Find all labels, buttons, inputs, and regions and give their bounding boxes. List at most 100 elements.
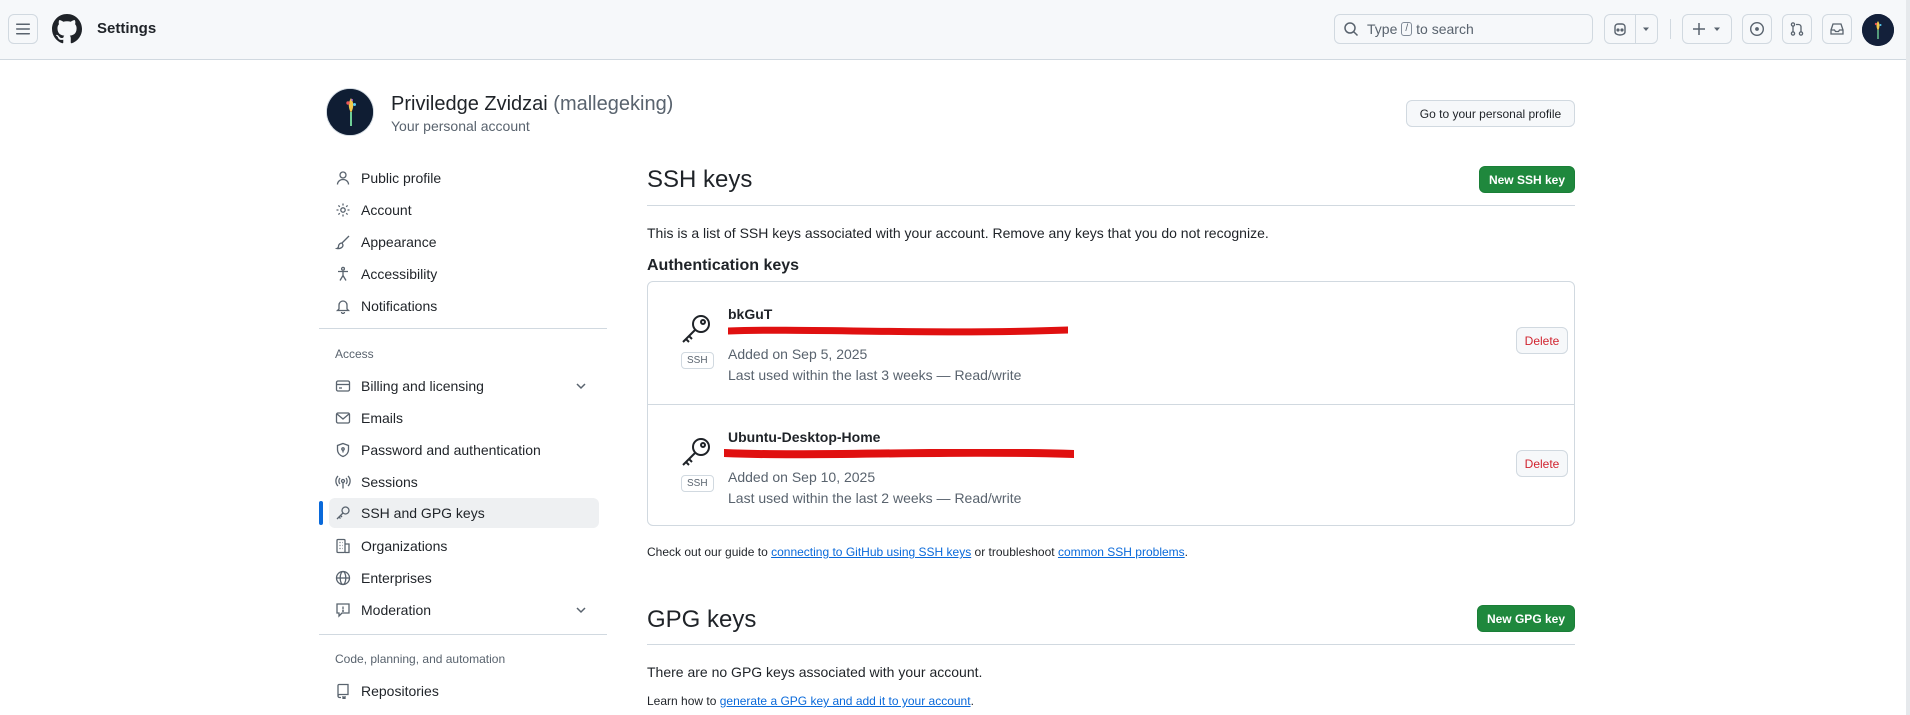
sidebar-item-label: SSH and GPG keys [361,505,485,521]
create-new-button[interactable] [1682,14,1732,44]
avatar-image-icon [1862,14,1894,46]
ssh-key-row: SSH bkGuT Added on Sep 5, 2025 Last used… [648,282,1574,404]
sidebar-item-notifications[interactable]: Notifications [329,291,599,321]
copilot-button-group [1604,14,1658,44]
sidebar-item-label: Password and authentication [361,442,541,458]
sidebar-item-billing[interactable]: Billing and licensing [329,371,599,401]
new-gpg-key-button[interactable]: New GPG key [1477,605,1575,632]
sidebar-item-accessibility[interactable]: Accessibility [329,259,599,289]
ssh-connect-guide-link[interactable]: connecting to GitHub using SSH keys [771,545,971,559]
triangle-down-icon [1643,27,1650,31]
ssh-problems-link[interactable]: common SSH problems [1058,545,1185,559]
delete-ssh-key-button[interactable]: Delete [1516,450,1568,477]
ssh-key-title: Ubuntu-Desktop-Home [728,429,881,445]
gpg-empty-message: There are no GPG keys associated with yo… [647,664,983,680]
credit-card-icon [335,378,351,394]
sidebar-item-label: Organizations [361,538,448,554]
copilot-button[interactable] [1605,15,1636,43]
page-context-title: Settings [97,20,157,37]
sidebar-item-label: Emails [361,410,404,426]
shield-lock-icon [335,442,351,458]
search-placeholder-suffix: to search [1416,21,1474,37]
authentication-keys-heading: Authentication keys [647,257,800,274]
copilot-menu-button[interactable] [1636,15,1657,43]
sidebar-item-label: Moderation [361,602,432,618]
ssh-key-last-used: Last used within the last 3 weeks — Read… [728,367,1022,383]
person-icon [335,170,351,186]
sidebar-divider [319,634,607,635]
sidebar-item-password-auth[interactable]: Password and authentication [329,435,599,465]
sidebar-divider [319,328,607,329]
go-to-profile-button[interactable]: Go to your personal profile [1406,100,1575,127]
search-shortcut-key: / [1401,22,1413,36]
sidebar-item-ssh-gpg-keys[interactable]: SSH and GPG keys [329,498,599,528]
pull-requests-button[interactable] [1782,14,1812,44]
ssh-key-row: SSH Ubuntu-Desktop-Home Added on Sep 10,… [648,404,1574,526]
header-divider [1670,19,1671,39]
delete-ssh-key-button[interactable]: Delete [1516,327,1568,354]
learn-suffix: . [970,694,974,708]
display-name: Priviledge Zvidzai [391,93,548,115]
page-scrollbar[interactable] [1906,0,1910,715]
profile-name: Priviledge Zvidzai (mallegeking) [391,93,673,116]
search-input[interactable]: Type / to search [1334,14,1593,44]
menu-button[interactable] [8,14,38,44]
github-logo-icon[interactable] [52,14,82,44]
copilot-icon [1614,23,1626,36]
gear-icon [335,202,351,218]
chevron-down-icon [576,383,586,390]
inbox-button[interactable] [1822,14,1852,44]
new-ssh-key-button[interactable]: New SSH key [1479,166,1575,193]
redacted-fingerprint [728,326,1068,336]
username: (mallegeking) [553,93,674,115]
search-icon [1344,22,1359,37]
triangle-down-icon [1714,27,1720,31]
guide-middle: or troubleshoot [974,545,1055,559]
account-type-label: Your personal account [391,118,530,134]
sidebar-item-account[interactable]: Account [329,195,599,225]
ssh-key-added-date: Added on Sep 10, 2025 [728,469,876,485]
sidebar-item-repositories[interactable]: Repositories [329,676,599,706]
sidebar-item-sessions[interactable]: Sessions [329,467,599,497]
avatar-image-icon [327,89,373,135]
sidebar-item-label: Account [361,202,412,218]
key-icon [335,505,351,521]
sidebar-item-label: Sessions [361,474,418,490]
sidebar-item-public-profile[interactable]: Public profile [329,163,599,193]
ssh-description: This is a list of SSH keys associated wi… [647,225,1269,241]
ssh-keys-list: SSH bkGuT Added on Sep 5, 2025 Last used… [647,281,1575,526]
generate-gpg-key-link[interactable]: generate a GPG key and add it to your ac… [720,694,971,708]
sidebar-item-label: Enterprises [361,570,432,586]
chevron-down-icon [576,607,586,614]
sidebar-item-emails[interactable]: Emails [329,403,599,433]
sidebar-item-organizations[interactable]: Organizations [329,531,599,561]
sidebar-item-label: Repositories [361,683,439,699]
issue-opened-icon [1749,21,1765,37]
sidebar-item-label: Accessibility [361,266,438,282]
paintbrush-icon [335,234,351,250]
sidebar-item-appearance[interactable]: Appearance [329,227,599,257]
bell-icon [335,298,351,314]
redacted-fingerprint [724,449,1074,459]
section-divider [647,205,1575,206]
hamburger-icon [16,23,30,35]
ssh-guide-text: Check out our guide to connecting to Git… [647,545,1188,559]
user-avatar[interactable] [1862,14,1894,46]
key-icon [682,315,710,343]
sidebar-item-enterprises[interactable]: Enterprises [329,563,599,593]
globe-icon [335,570,351,586]
ssh-key-title: bkGuT [728,306,773,322]
guide-suffix: . [1184,545,1189,559]
issues-button[interactable] [1742,14,1772,44]
sidebar-heading-code: Code, planning, and automation [335,652,506,666]
section-divider [647,644,1575,645]
mail-icon [335,410,351,426]
learn-prefix: Learn how to [647,694,717,708]
ssh-key-last-used: Last used within the last 2 weeks — Read… [728,490,1022,506]
report-icon [335,602,351,618]
search-placeholder-prefix: Type [1367,21,1398,37]
ssh-keys-heading: SSH keys [647,166,753,193]
ssh-type-badge: SSH [681,475,714,492]
ssh-type-badge: SSH [681,352,714,369]
sidebar-item-moderation[interactable]: Moderation [329,595,599,625]
